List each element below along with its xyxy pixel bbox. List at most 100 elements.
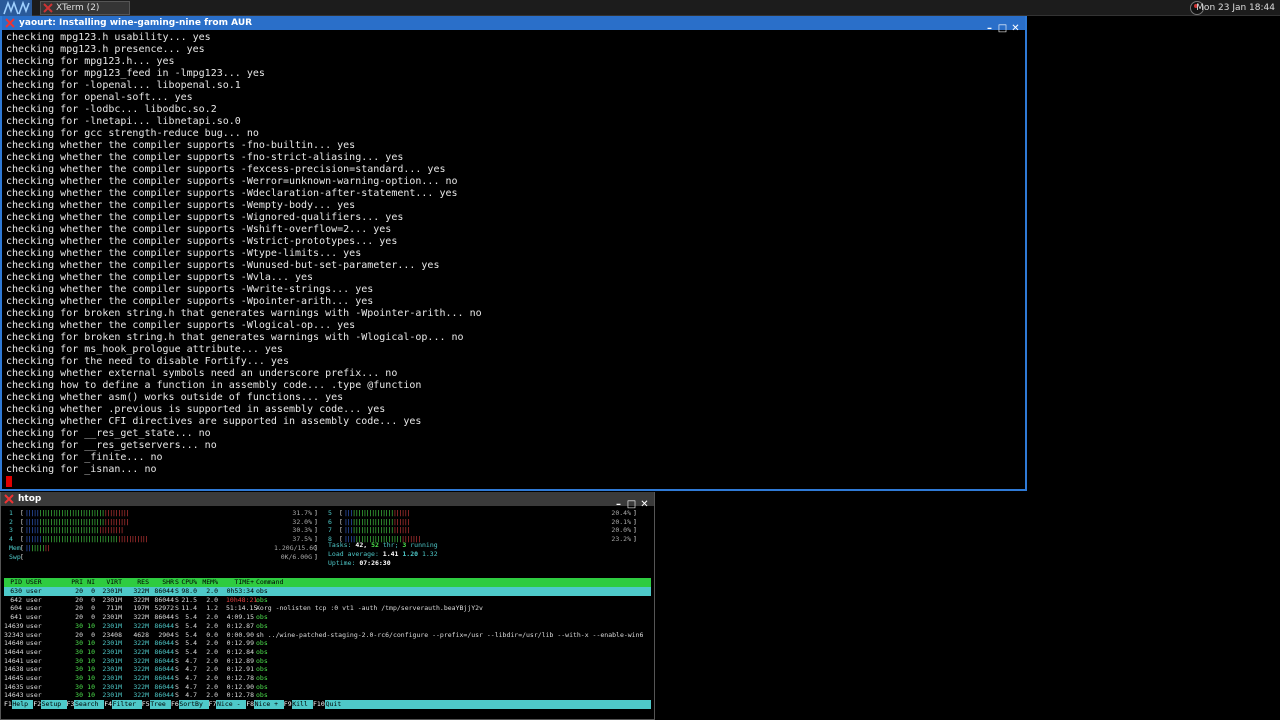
process-virt: 2301M — [102, 595, 122, 604]
process-pid: 14635 — [4, 682, 24, 691]
cpu-meter-number: Mem — [9, 544, 21, 552]
terminal-line: checking mpg123.h presence... yes — [6, 44, 205, 55]
htop-titlebar[interactable]: htop – □ ✕ — [1, 492, 654, 510]
process-ni: 0 — [91, 630, 95, 639]
column-header[interactable]: RES — [127, 578, 149, 587]
process-row[interactable]: 14640 user 30 10 2301M 322M 86044 S 5.4 2.0 0:12.9… — [4, 639, 651, 648]
terminal-output[interactable]: checking mpg123.h usability... yes checki… — [6, 32, 1023, 487]
process-shr: 86044 — [154, 587, 174, 595]
fkey-f2[interactable]: F2 — [33, 700, 42, 709]
fkey-f9[interactable]: F9 — [283, 700, 292, 709]
process-table-header[interactable]: PID USER PRI NI VIRT RES SHR S CPU% MEM% TIME+ Comm… — [4, 578, 651, 587]
fkey-f5[interactable]: F5 — [141, 700, 150, 709]
terminal-line: checking whether the compiler supports -… — [6, 140, 356, 151]
fkey-f10[interactable]: F10 — [313, 700, 325, 709]
cpu-meter: 5 [|||||||||||||||||||||||| 20.4%] — [323, 509, 651, 518]
process-shr: 86044 — [154, 665, 174, 674]
process-shr: 86044 — [154, 656, 174, 665]
meter-bracket-close: ] — [633, 535, 637, 544]
process-mem: 2.0 — [206, 665, 218, 674]
fkey-label[interactable]: Nice + — [255, 700, 278, 709]
terminal-line: checking whether asm() works outside of … — [6, 392, 344, 403]
fkey-label[interactable]: Tree — [150, 700, 166, 709]
fkey-label[interactable]: Help — [12, 700, 28, 709]
process-time: 0h53:34 — [226, 587, 254, 595]
cpu-meter-number: 1 — [9, 509, 13, 517]
fkey-label[interactable]: Filter — [113, 700, 136, 709]
process-row[interactable]: 630 user 20 0 2301M 322M 86044 S 98.0 2.0 0h53:34 o… — [4, 587, 651, 596]
process-row[interactable]: 32343 user 20 0 23408 4628 2904 S 5.4 0.0 0:00.90 s… — [4, 631, 651, 640]
terminal-line: checking whether the compiler supports -… — [6, 320, 356, 331]
process-virt: 2301M — [102, 621, 122, 630]
tasks-stat: Tasks: 42, 52 thr; 3 running — [328, 541, 438, 549]
process-row[interactable]: 14639 user 30 10 2301M 322M 86044 S 5.4 2.0 0:12.8… — [4, 622, 651, 631]
column-header[interactable]: MEM% — [200, 578, 218, 587]
process-row[interactable]: 14645 user 30 10 2301M 322M 86044 S 4.7 2.0 0:12.7… — [4, 674, 651, 683]
fkey-f3[interactable]: F3 — [66, 700, 75, 709]
column-header[interactable]: PRI — [69, 578, 83, 587]
column-header[interactable]: CPU% — [179, 578, 197, 587]
column-header[interactable]: TIME+ — [226, 578, 254, 587]
terminal-titlebar[interactable]: yaourt: Installing wine-gaming-nine from… — [2, 16, 1025, 34]
process-pri: 30 — [75, 647, 83, 656]
process-res: 322M — [133, 691, 149, 700]
process-row[interactable]: 641 user 20 0 2301M 322M 86044 S 5.4 2.0 4:09.15 ob… — [4, 613, 651, 622]
fkey-label[interactable]: Search — [75, 700, 98, 709]
process-time: 0:00.90 — [226, 630, 254, 639]
process-res: 322M — [133, 682, 149, 691]
process-virt: 2301M — [102, 587, 122, 595]
column-header[interactable]: Command — [256, 578, 283, 587]
process-mem: 2.0 — [206, 656, 218, 665]
process-row[interactable]: 14641 user 30 10 2301M 322M 86044 S 4.7 2.0 0:12.8… — [4, 657, 651, 666]
fkey-f7[interactable]: F7 — [208, 700, 217, 709]
column-header[interactable]: USER — [26, 578, 42, 587]
terminal-line: checking for gcc strength-reduce bug... … — [6, 128, 259, 139]
terminal-line: checking whether the compiler supports -… — [6, 236, 398, 247]
meter-bracket-open: [ — [20, 553, 24, 561]
process-virt: 2301M — [102, 639, 122, 648]
htop-screen[interactable]: 1[||||||||||||||||||||||||||||||||||||||… — [4, 506, 651, 719]
process-cmd: obs — [256, 639, 268, 648]
process-cpu: 98.0 — [181, 587, 197, 595]
process-time: 51:14.15 — [226, 604, 258, 613]
column-header[interactable]: SHR — [152, 578, 174, 587]
process-row[interactable]: 604 user 20 0 711M 197M 52972 S 11.4 1.2 51:14.15 X… — [4, 604, 651, 613]
process-row[interactable]: 14635 user 30 10 2301M 322M 86044 S 4.7 2.0 0:12.9… — [4, 683, 651, 692]
terminal-line: checking for broken string.h that genera… — [6, 308, 482, 319]
fkey-f6[interactable]: F6 — [171, 700, 179, 709]
process-virt: 2301M — [102, 682, 122, 691]
fkey-label[interactable]: Kill — [292, 700, 308, 709]
process-cmd: obs — [256, 656, 268, 665]
htop-window[interactable]: htop – □ ✕ 1[|||||||||||||||||||||||||||||… — [0, 492, 655, 720]
taskbar-item-xterm[interactable]: XTerm (2) — [40, 1, 130, 15]
process-ni: 10 — [87, 647, 95, 656]
clock[interactable]: Mon 23 Jan 18:44 — [1196, 0, 1275, 16]
column-header[interactable]: NI — [87, 578, 95, 587]
fkey-f4[interactable]: F4 — [104, 700, 113, 709]
terminal-line: checking for _finite... no — [6, 452, 163, 463]
fkey-label[interactable]: Setup — [42, 700, 62, 709]
process-time: 0:12.90 — [226, 682, 254, 691]
terminal-window[interactable]: yaourt: Installing wine-gaming-nine from… — [0, 16, 1027, 491]
terminal-line: checking whether the compiler supports -… — [6, 296, 374, 307]
process-res: 322M — [133, 665, 149, 674]
fkey-label[interactable]: SortBy — [179, 700, 202, 709]
process-cpu: 5.4 — [185, 613, 197, 622]
fkey-label[interactable]: Quit — [326, 700, 342, 709]
terminal-line: checking for _isnan... no — [6, 464, 157, 475]
terminal-cursor — [6, 476, 12, 487]
column-header[interactable]: PID — [4, 578, 22, 587]
fkey-f1[interactable]: F1 — [4, 700, 12, 709]
process-row[interactable]: 14638 user 30 10 2301M 322M 86044 S 4.7 2.0 0:12.9… — [4, 665, 651, 674]
column-header[interactable]: VIRT — [96, 578, 122, 587]
fkey-label[interactable]: Nice - — [217, 700, 240, 709]
process-ni: 10 — [87, 639, 95, 648]
fkey-f8[interactable]: F8 — [246, 700, 255, 709]
process-row[interactable]: 642 user 20 0 2301M 322M 86044 S 21.5 2.0 10h48:21… — [4, 596, 651, 605]
process-row[interactable]: 14644 user 30 10 2301M 322M 86044 S 5.4 2.0 0:12.8… — [4, 648, 651, 657]
cpu-meter-number: 2 — [9, 517, 13, 526]
menu-icon[interactable] — [0, 0, 32, 16]
process-pid: 641 — [10, 613, 22, 622]
cpu-meter: 6 [|||||||||||||||||||||||| 20.1%] — [323, 518, 651, 527]
load-average: Load average: 1.41 1.20 1.32 — [328, 550, 438, 558]
